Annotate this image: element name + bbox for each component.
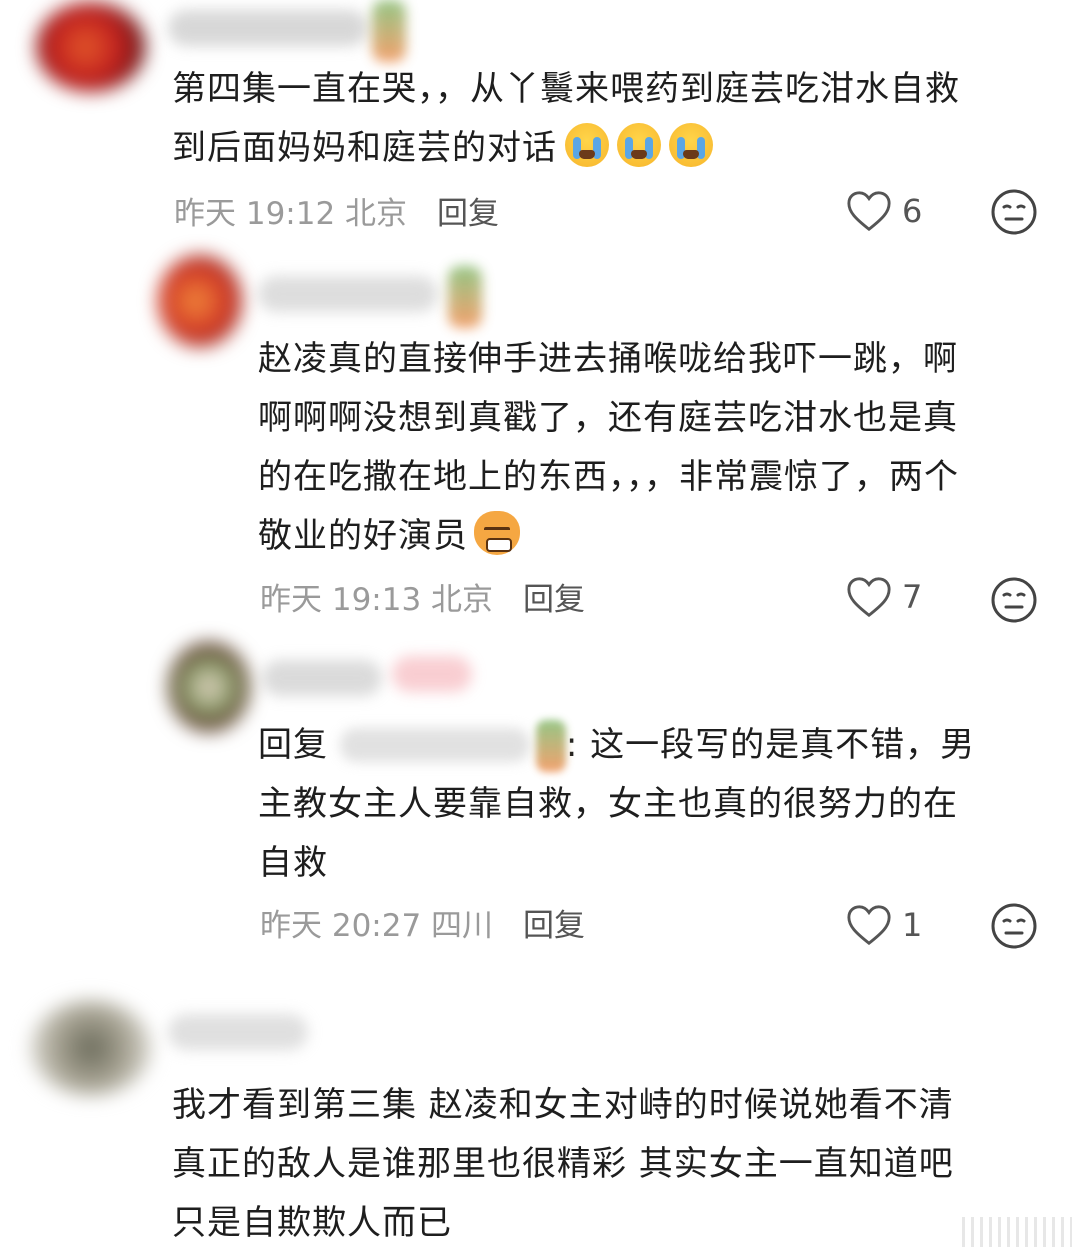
username-blurred[interactable] (262, 660, 382, 696)
user-badge (448, 266, 482, 328)
loudly-crying-face-icon (565, 123, 609, 167)
cat-face-emoji-icon (474, 511, 520, 555)
timestamp: 昨天 19:13 北京 (260, 581, 494, 618)
neutral-face-icon[interactable] (990, 576, 1038, 624)
reply-button[interactable]: 回复 (523, 900, 585, 945)
neutral-face-icon[interactable] (990, 902, 1038, 950)
heart-outline-icon (847, 905, 891, 946)
loudly-crying-face-icon (669, 123, 713, 167)
like-count: 1 (902, 906, 923, 944)
reply-button[interactable]: 回复 (523, 574, 585, 619)
username-blurred-highlight (392, 656, 472, 692)
reply-button[interactable]: 回复 (437, 188, 499, 233)
mentioned-user-blurred[interactable] (339, 728, 530, 762)
avatar[interactable] (158, 255, 242, 347)
comment-meta: 昨天 20:27 四川 回复 (260, 900, 585, 944)
username-blurred[interactable] (168, 10, 368, 46)
avatar[interactable] (36, 2, 146, 92)
comment-text: 回复 : 这一段写的是真不错，男 主教女主人要靠自救，女主也真的很努力的在 自救 (258, 716, 1038, 893)
user-badge (535, 720, 566, 772)
timestamp: 昨天 20:27 四川 (260, 907, 494, 944)
loudly-crying-face-icon (617, 123, 661, 167)
like-button[interactable]: 1 (846, 900, 922, 950)
username-blurred[interactable] (258, 276, 438, 312)
username-blurred[interactable] (168, 1014, 308, 1050)
heart-outline-icon (847, 577, 891, 618)
reply-prefix: 回复 (258, 725, 328, 765)
like-count: 6 (902, 192, 923, 230)
comment-text: 我才看到第三集 赵凌和女主对峙的时候说她看不清 真正的敌人是谁那里也很精彩 其实… (172, 1085, 954, 1243)
neutral-face-icon[interactable] (990, 188, 1038, 236)
avatar[interactable] (30, 1000, 152, 1096)
heart-outline-icon (847, 191, 891, 232)
watermark (962, 1217, 1072, 1247)
comment-text: 赵凌真的直接伸手进去捅喉咙给我吓一跳，啊 啊啊啊没想到真戳了，还有庭芸吃泔水也是… (258, 339, 959, 556)
like-button[interactable]: 7 (846, 572, 922, 622)
comment-meta: 昨天 19:12 北京 回复 (174, 188, 499, 232)
comment-meta: 昨天 19:13 北京 回复 (260, 574, 585, 618)
timestamp: 昨天 19:12 北京 (174, 195, 408, 232)
comment-text: 第四集一直在哭，，从丫鬟来喂药到庭芸吃泔水自救 到后面妈妈和庭芸的对话 (172, 69, 960, 168)
like-count: 7 (902, 578, 923, 616)
like-button[interactable]: 6 (846, 186, 922, 236)
user-badge (372, 0, 406, 62)
avatar[interactable] (168, 642, 250, 732)
